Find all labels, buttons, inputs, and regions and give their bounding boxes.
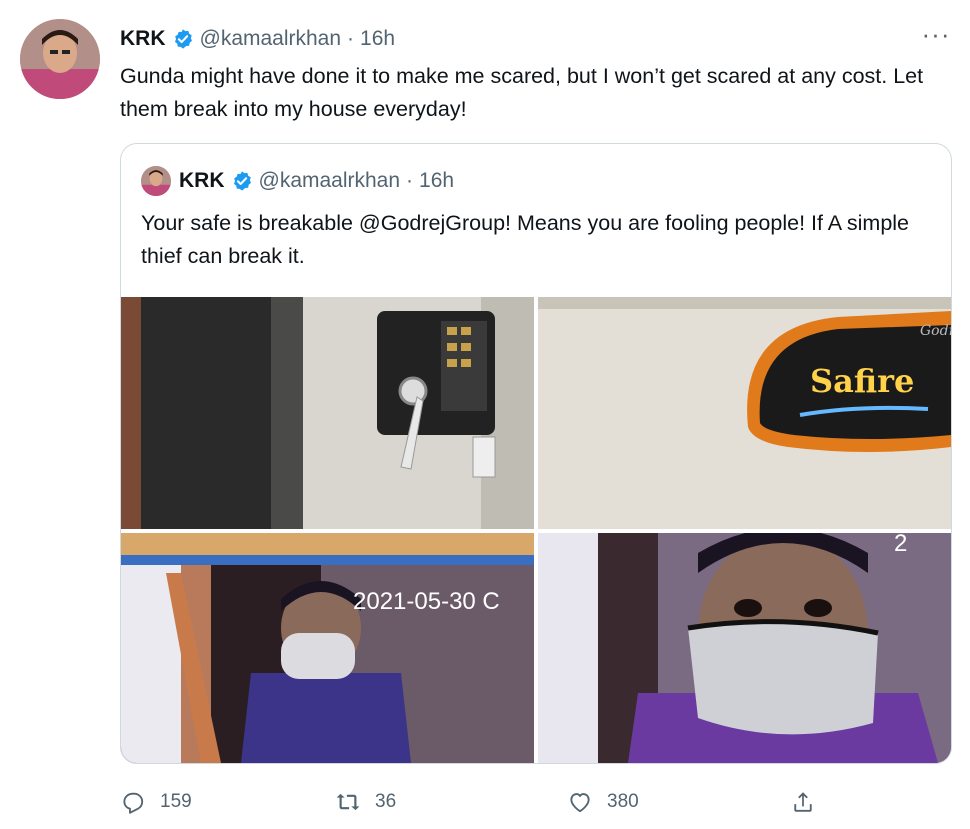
quoted-tweet[interactable]: KRK @kamaalrkhan · 16h Your safe is brea… (120, 143, 952, 764)
tweet-timestamp[interactable]: 16h (360, 27, 395, 51)
quoted-author-handle: @kamaalrkhan (258, 169, 401, 192)
more-options-icon[interactable]: ··· (920, 21, 952, 48)
reply-count: 159 (160, 791, 192, 812)
media-grid: Safire Godrej 2021-05-30 C (121, 297, 951, 763)
retweet-button[interactable]: 36 (335, 782, 396, 822)
retweet-count: 36 (375, 791, 397, 812)
reply-icon (123, 792, 144, 814)
quoted-tweet-timestamp: 16h (419, 169, 455, 192)
quoted-author-avatar (141, 166, 171, 196)
photo-safe-logo[interactable]: Safire Godrej (538, 297, 951, 529)
author-handle[interactable]: @kamaalrkhan (200, 27, 342, 51)
retweet-icon (336, 793, 360, 811)
reply-button[interactable]: 159 (120, 782, 192, 822)
photo-safe-lock[interactable] (121, 297, 534, 529)
tweet-text: Gunda might have done it to make me scar… (120, 64, 924, 121)
tweet-actions: 159 36 380 (120, 782, 950, 822)
godrej-logo-text: Godrej (920, 323, 951, 339)
verified-badge-icon (231, 170, 253, 192)
like-count: 380 (607, 791, 639, 812)
share-icon (794, 792, 812, 812)
author-name[interactable]: KRK (120, 27, 166, 51)
author-avatar[interactable] (20, 19, 100, 99)
photo-cctv-thief-2[interactable]: 2 (538, 533, 951, 763)
separator-dot: · (406, 169, 414, 192)
cctv-timestamp-partial: 2 (894, 533, 907, 557)
photo-cctv-thief-1[interactable]: 2021-05-30 C (121, 533, 534, 763)
verified-badge-icon (172, 28, 194, 50)
avatar-photo (20, 19, 100, 99)
cctv-timestamp: 2021-05-30 C (353, 588, 500, 615)
quoted-tweet-header: KRK @kamaalrkhan · 16h (141, 166, 454, 196)
like-button[interactable]: 380 (567, 782, 639, 822)
like-icon (570, 793, 590, 813)
quoted-author-name: KRK (179, 169, 225, 192)
safire-logo-text: Safire (810, 362, 914, 400)
tweet-header: KRK @kamaalrkhan · 16h (120, 26, 395, 52)
share-button[interactable] (790, 782, 816, 822)
quoted-tweet-text: Your safe is breakable @GodrejGroup! Mea… (141, 211, 910, 268)
separator-dot: · (347, 27, 355, 50)
